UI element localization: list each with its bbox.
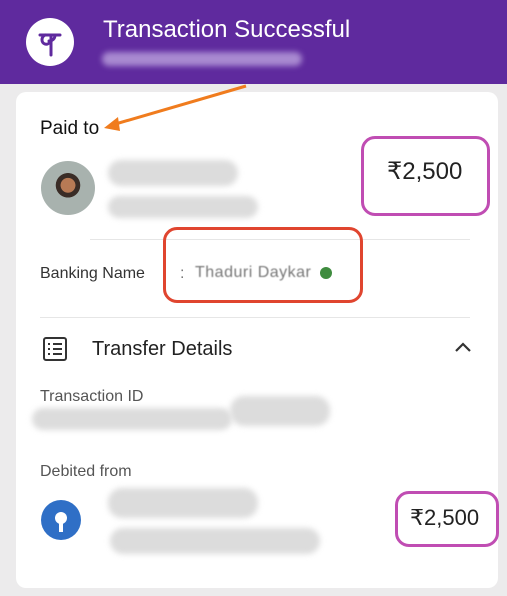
banking-name-separator: : — [180, 265, 185, 282]
list-details-icon — [42, 336, 68, 367]
header-title: Transaction Successful — [103, 16, 351, 43]
redacted-account-2 — [110, 528, 320, 554]
redacted-transaction-id — [32, 408, 232, 430]
divider — [40, 317, 470, 318]
header-bar: Transaction Successful — [0, 0, 507, 84]
paid-amount: ₹2,500 — [387, 158, 463, 185]
phonepe-glyph — [38, 33, 62, 57]
chevron-up-icon[interactable] — [454, 340, 472, 358]
paid-to-label: Paid to — [40, 118, 100, 139]
phonepe-logo-icon — [26, 18, 74, 66]
banking-name-label: Banking Name — [40, 265, 145, 282]
sbi-bank-icon — [41, 500, 81, 540]
banking-name-value: Thaduri Daykar — [195, 264, 312, 281]
debited-from-label: Debited from — [40, 463, 132, 480]
redacted-payee-name — [108, 160, 238, 186]
redacted-timestamp — [102, 52, 302, 66]
debited-amount: ₹2,500 — [410, 505, 480, 530]
transaction-id-label: Transaction ID — [40, 388, 144, 405]
payee-avatar — [41, 161, 95, 215]
redacted-account — [108, 488, 258, 518]
redacted-transaction-id-2 — [230, 396, 330, 426]
redacted-payee-upi — [108, 196, 258, 218]
verified-shield-icon — [320, 267, 332, 279]
transfer-details-title[interactable]: Transfer Details — [92, 338, 232, 361]
